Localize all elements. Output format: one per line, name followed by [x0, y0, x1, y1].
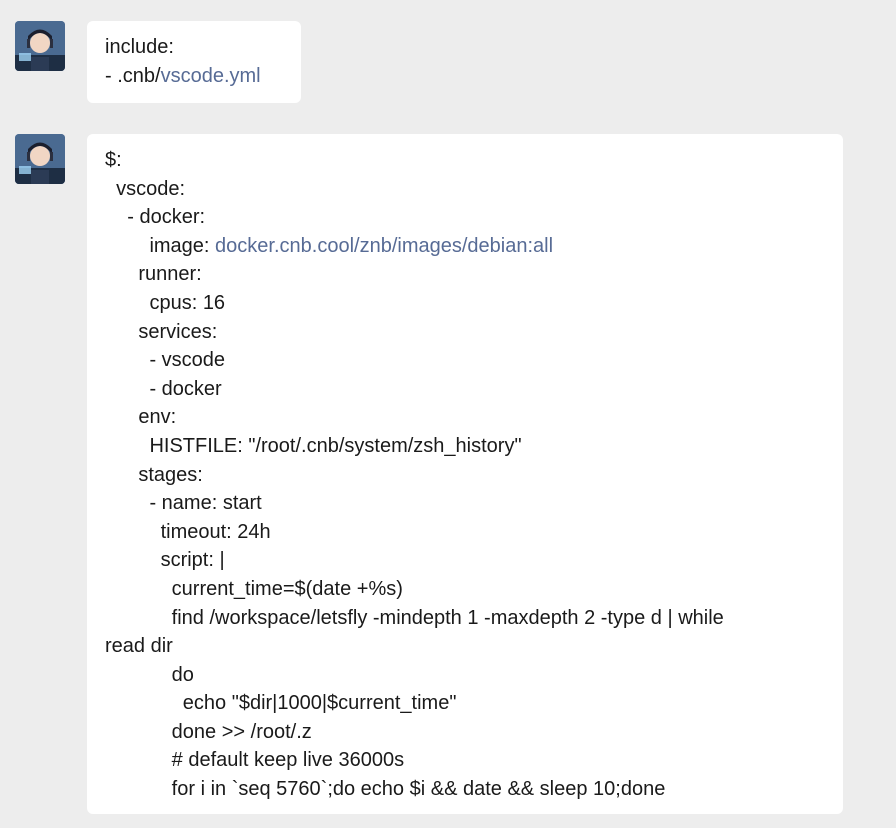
- code-line: current_time=$(date +%s): [105, 577, 403, 600]
- code-line: timeout: 24h: [105, 520, 271, 543]
- code-line: - docker:: [105, 206, 206, 229]
- sender-avatar[interactable]: [15, 134, 65, 184]
- image-link[interactable]: docker.cnb.cool/znb/images/debian:all: [215, 235, 553, 257]
- message-line: - .cnb/vscode.yml: [105, 64, 261, 87]
- code-line: env:: [105, 406, 177, 429]
- code-line: runner:: [105, 263, 202, 286]
- code-line: done >> /root/.z: [105, 720, 312, 743]
- code-line: read dir: [105, 635, 173, 658]
- code-line: - vscode: [105, 349, 226, 372]
- message-bubble: include: - .cnb/vscode.yml: [87, 21, 301, 103]
- code-line: services:: [105, 320, 218, 343]
- code-line: find /workspace/letsfly -mindepth 1 -max…: [105, 606, 724, 629]
- message-bubble: $: vscode: - docker: image: docker.cnb.c…: [87, 134, 843, 814]
- code-line: for i in `seq 5760`;do echo $i && date &…: [105, 778, 666, 801]
- code-line: vscode:: [105, 177, 186, 200]
- code-line: do: [105, 663, 194, 686]
- message-line: include:: [105, 36, 174, 58]
- code-line: script: |: [105, 549, 225, 572]
- file-link[interactable]: vscode.yml: [161, 65, 261, 87]
- code-line: - docker: [105, 377, 222, 400]
- code-line: # default keep live 36000s: [105, 749, 405, 772]
- sender-avatar[interactable]: [15, 21, 65, 71]
- code-line: HISTFILE: "/root/.cnb/system/zsh_history…: [105, 434, 522, 457]
- code-line: stages:: [105, 463, 203, 486]
- code-line: cpus: 16: [105, 291, 226, 314]
- code-line: image: docker.cnb.cool/znb/images/debian…: [105, 234, 554, 257]
- code-line: echo "$dir|1000|$current_time": [105, 692, 457, 715]
- code-line: $:: [105, 149, 122, 171]
- code-line: - name: start: [105, 492, 262, 515]
